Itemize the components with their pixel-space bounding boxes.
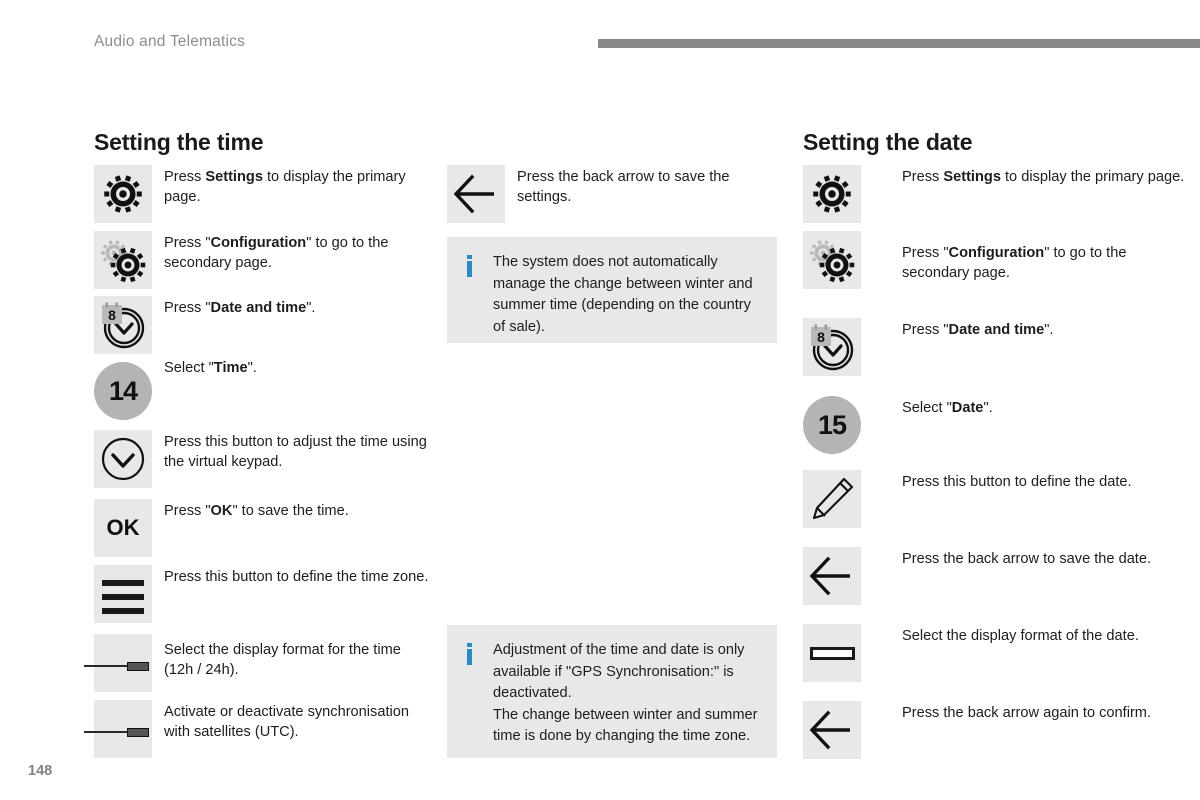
- section-title-time: Setting the time: [94, 129, 264, 155]
- gear-icon[interactable]: [803, 165, 861, 223]
- slider-toggle-icon[interactable]: [84, 634, 152, 692]
- clock-calendar-icon[interactable]: 8: [803, 318, 861, 376]
- back-arrow-icon[interactable]: [803, 547, 861, 605]
- step-row: Select the display format for the time (…: [84, 634, 434, 692]
- step-description: Select the display format of the date.: [902, 628, 1139, 644]
- page-number: 148: [28, 763, 53, 779]
- rectangle-outline: [810, 647, 855, 660]
- step-row: 15 Select "Date".: [803, 396, 1192, 454]
- step-description: Activate or deactivate synchronisation w…: [164, 704, 409, 740]
- info-note: The system does not automatically manage…: [447, 237, 777, 343]
- step-row: 8 Press "Date and time".: [803, 318, 1192, 376]
- step-row: Activate or deactivate synchronisation w…: [84, 700, 434, 758]
- step-description: Press "Date and time".: [902, 322, 1054, 338]
- step-description: Select "Date".: [902, 400, 993, 416]
- ok-label: OK: [106, 515, 140, 540]
- calendar-day-number: 8: [108, 307, 116, 323]
- step-description: Press "Date and time".: [164, 300, 316, 316]
- info-note: Adjustment of the time and date is only …: [447, 625, 777, 758]
- ok-button-icon[interactable]: OK: [94, 499, 152, 557]
- slider-toggle-icon[interactable]: [84, 700, 152, 758]
- step-row: Press Settings to display the primary pa…: [803, 165, 1192, 223]
- slider-control: [84, 661, 152, 671]
- step-description: Press this button to adjust the time usi…: [164, 434, 427, 470]
- step-number: 15: [803, 396, 861, 454]
- step-row: Press the back arrow to save the date.: [803, 547, 1192, 605]
- step-description: Press Settings to display the primary pa…: [902, 169, 1185, 185]
- step-row: Press this button to define the date.: [803, 470, 1192, 528]
- clock-chevron-icon[interactable]: [94, 430, 152, 488]
- hamburger-bars: [102, 580, 144, 614]
- chapter-title: Audio and Telematics: [94, 33, 246, 50]
- info-icon: [466, 643, 488, 665]
- header-rule: [598, 39, 1200, 48]
- step-description: Press Settings to display the primary pa…: [164, 169, 406, 205]
- step-row: Press "Configuration" to go to the secon…: [803, 231, 1192, 289]
- pencil-icon[interactable]: [803, 470, 861, 528]
- step-row: 14 Select "Time".: [94, 360, 434, 420]
- info-icon: [466, 255, 488, 277]
- hamburger-menu-icon[interactable]: [94, 565, 152, 623]
- step-row: Press Settings to display the primary pa…: [94, 165, 434, 223]
- step-row: 8 Press "Date and time".: [94, 296, 434, 354]
- back-arrow-icon[interactable]: [803, 701, 861, 759]
- step-description: Press "Configuration" to go to the secon…: [164, 235, 389, 271]
- step-number: 14: [94, 362, 152, 420]
- calendar-day-number: 8: [817, 329, 825, 345]
- clock-calendar-icon[interactable]: 8: [94, 296, 152, 354]
- info-note-text: Adjustment of the time and date is only …: [493, 642, 758, 744]
- step-description: Press this button to define the date.: [902, 474, 1132, 490]
- date-format-icon[interactable]: [803, 624, 861, 682]
- step-description: Press "OK" to save the time.: [164, 503, 349, 519]
- gear-icon[interactable]: [94, 165, 152, 223]
- double-gear-icon[interactable]: [803, 231, 861, 289]
- number-circle-icon[interactable]: 14: [94, 362, 152, 420]
- step-description: Press this button to define the time zon…: [164, 569, 429, 585]
- step-description: Press the back arrow again to confirm.: [902, 705, 1152, 721]
- step-description: Press the back arrow to save the setting…: [517, 169, 730, 205]
- step-row: Press this button to define the time zon…: [94, 565, 434, 623]
- back-arrow-icon[interactable]: [447, 165, 505, 223]
- number-circle-icon[interactable]: 15: [803, 396, 861, 454]
- section-title-date: Setting the date: [803, 129, 973, 155]
- info-note-text: The system does not automatically manage…: [493, 254, 753, 335]
- step-description: Select "Time".: [164, 360, 257, 376]
- step-description: Press "Configuration" to go to the secon…: [902, 245, 1127, 281]
- manual-page: Audio and Telematics Setting the time Se…: [0, 0, 1200, 800]
- step-row: Press the back arrow again to confirm.: [803, 701, 1192, 759]
- step-row: Select the display format of the date.: [803, 624, 1192, 682]
- double-gear-icon[interactable]: [94, 231, 152, 289]
- step-description: Press the back arrow to save the date.: [902, 551, 1152, 567]
- step-row: Press this button to adjust the time usi…: [94, 430, 434, 488]
- step-row: Press the back arrow to save the setting…: [447, 165, 772, 223]
- slider-control: [84, 727, 152, 737]
- step-row: OK Press "OK" to save the time.: [94, 499, 434, 557]
- step-row: Press "Configuration" to go to the secon…: [94, 231, 434, 289]
- step-description: Select the display format for the time (…: [164, 642, 401, 678]
